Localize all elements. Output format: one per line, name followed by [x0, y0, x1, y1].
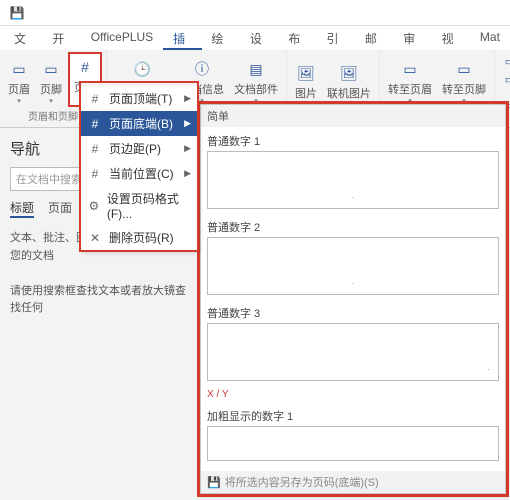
gallery-item[interactable]: ·	[207, 237, 499, 295]
ribbon-icon: 🖼	[339, 63, 359, 83]
ribbon-tab[interactable]: 审阅	[393, 26, 431, 50]
ribbon-tab[interactable]: 引用	[317, 26, 355, 50]
gallery-item[interactable]: ·	[207, 151, 499, 209]
page-number-gallery: 简单 普通数字 1 ·普通数字 2 ·普通数字 3 · X / Y 加粗显示的数…	[200, 104, 506, 494]
ribbon-button[interactable]: 🖼联机图片▾	[323, 52, 375, 111]
chevron-right-icon: ▶	[184, 118, 191, 129]
ribbon-icon: ⓘ	[192, 59, 212, 79]
ribbon-button[interactable]: ▤文档部件▾	[230, 52, 282, 107]
ribbon-tab[interactable]: 开始	[42, 26, 80, 50]
ribbon-button[interactable]: 🖼图片▾	[291, 52, 321, 111]
gallery-item-label: 普通数字 3	[207, 301, 499, 323]
ribbon-icon: ▭	[41, 59, 61, 79]
ribbon-tab[interactable]: 布局	[278, 26, 316, 50]
ribbon-icon: #	[75, 57, 95, 77]
ribbon-tab[interactable]: 文件	[4, 26, 42, 50]
menu-item-icon: #	[87, 117, 103, 131]
ribbon-icon: ▭	[9, 59, 29, 79]
menu-item[interactable]: ✕删除页码(R)	[81, 225, 197, 250]
ribbon-tabs: 文件开始OfficePLUS插入绘图设计布局引用邮件审阅视图Mat	[0, 26, 510, 50]
menu-item-icon: #	[87, 167, 103, 181]
ribbon-small-button[interactable]: ▭上一条	[499, 52, 510, 70]
gallery-item-label: 普通数字 2	[207, 215, 499, 237]
chevron-right-icon: ▶	[184, 168, 191, 179]
save-icon[interactable]: 💾	[8, 4, 26, 22]
gallery-xy-header: X / Y	[201, 387, 505, 402]
ribbon-button[interactable]: ▭页眉▾	[4, 52, 34, 107]
menu-item-icon: #	[87, 142, 103, 156]
ribbon-tab[interactable]: 视图	[432, 26, 470, 50]
menu-item-icon: #	[87, 92, 103, 106]
ribbon-tab[interactable]: Mat	[470, 26, 510, 50]
menu-item[interactable]: ⚙设置页码格式(F)...	[81, 186, 197, 225]
nav-tab-headings[interactable]: 标题	[10, 199, 34, 218]
ribbon-icon: ▤	[246, 59, 266, 79]
ribbon-icon: ▭	[400, 59, 420, 79]
gallery-item-label: 普通数字 1	[207, 129, 499, 151]
gallery-item-label: 加粗显示的数字 1	[207, 404, 499, 426]
ribbon-tab[interactable]: 设计	[240, 26, 278, 50]
ribbon-button[interactable]: ▭转至页脚▾	[438, 52, 490, 107]
menu-item-icon: ⚙	[87, 199, 101, 213]
page-number-menu: #页面顶端(T)▶#页面底端(B)▶#页边距(P)▶#当前位置(C)▶⚙设置页码…	[80, 82, 198, 251]
save-selection-icon: 💾	[207, 476, 221, 489]
chevron-right-icon: ▶	[184, 93, 191, 104]
gallery-section-header: 简单	[201, 105, 505, 127]
nav-tab-pages[interactable]: 页面	[48, 199, 72, 218]
menu-item[interactable]: #页面顶端(T)▶	[81, 86, 197, 111]
ribbon-icon: 🖼	[296, 63, 316, 83]
gallery-footer[interactable]: 💾 将所选内容另存为页码(底端)(S)	[201, 471, 505, 493]
ribbon-button[interactable]: ▭页脚▾	[36, 52, 66, 107]
ribbon-icon: 🕒	[133, 59, 153, 79]
menu-item-icon: ✕	[87, 231, 103, 245]
ribbon-button[interactable]: ▭转至页眉▾	[384, 52, 436, 107]
ribbon-tab[interactable]: 邮件	[355, 26, 393, 50]
ribbon-small-button[interactable]: ▭下一条	[499, 70, 510, 88]
gallery-item[interactable]: ·	[207, 323, 499, 381]
ribbon-tab[interactable]: 绘图	[202, 26, 240, 50]
ribbon-tab[interactable]: OfficePLUS	[81, 26, 163, 50]
ribbon-tab[interactable]: 插入	[163, 26, 201, 50]
menu-item[interactable]: #当前位置(C)▶	[81, 161, 197, 186]
group-label: 页眉和页脚	[28, 107, 78, 125]
ribbon-icon: ▭	[454, 59, 474, 79]
menu-item[interactable]: #页面底端(B)▶	[81, 111, 197, 136]
gallery-item[interactable]	[207, 426, 499, 461]
menu-item[interactable]: #页边距(P)▶	[81, 136, 197, 161]
chevron-right-icon: ▶	[184, 143, 191, 154]
